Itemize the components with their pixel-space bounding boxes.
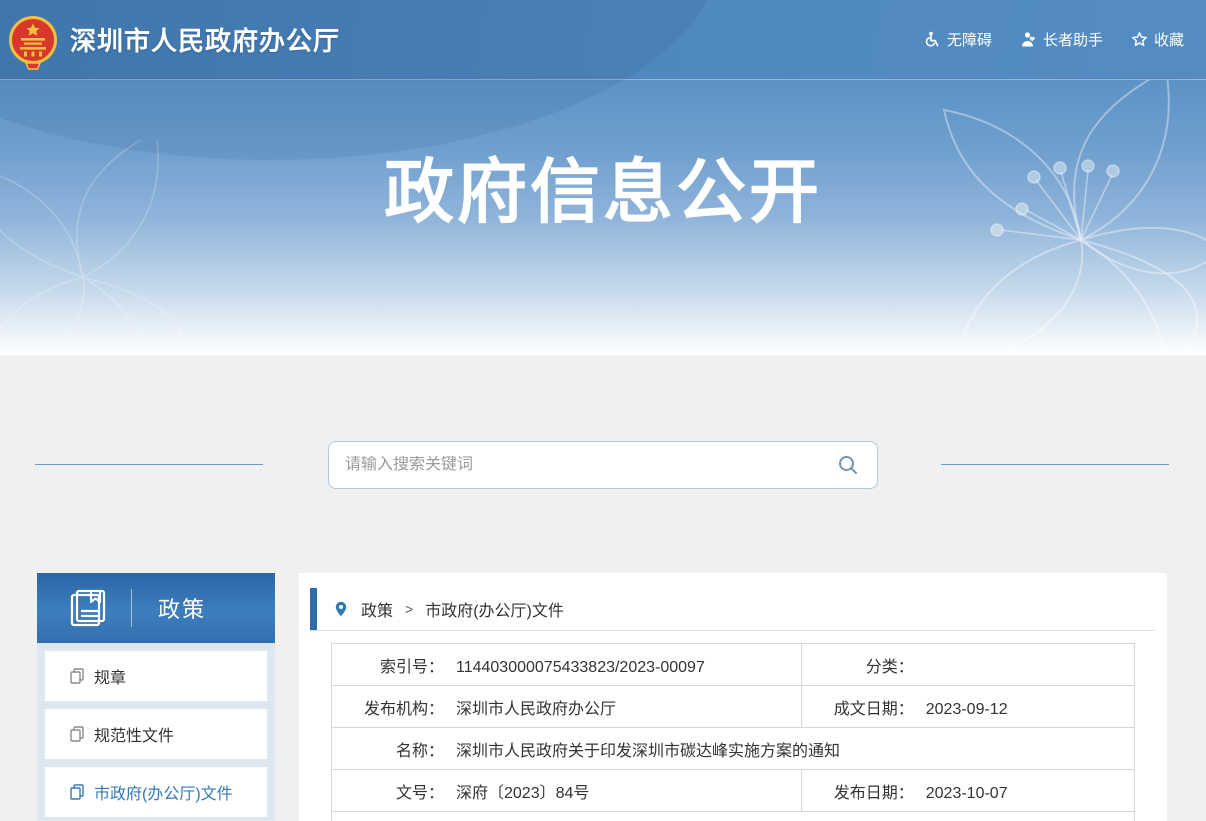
- favorite-link[interactable]: 收藏: [1131, 29, 1184, 50]
- field-label: 分类：: [802, 653, 914, 677]
- field-label: 名称：: [332, 737, 444, 761]
- table-row: 索引号： 114403000075433823/2023-00097 分类：: [332, 644, 1135, 686]
- field-label: 发布日期：: [802, 779, 914, 803]
- page: 深圳市人民政府办公厅 无障碍 长者: [0, 0, 1206, 821]
- two-column-layout: 政策 规章 规范性文件: [37, 573, 1167, 821]
- sidebar-header-divider: [131, 589, 132, 627]
- breadcrumb: 政策 > 市政府(办公厅)文件: [310, 588, 1156, 631]
- index-number-cell: 索引号： 114403000075433823/2023-00097: [332, 644, 802, 686]
- field-label: 索引号：: [332, 653, 444, 677]
- accessibility-link[interactable]: 无障碍: [924, 29, 992, 50]
- elder-assist-link[interactable]: 长者助手: [1020, 29, 1103, 50]
- table-row: 文号： 深府〔2023〕84号 发布日期： 2023-10-07: [332, 770, 1135, 812]
- favorite-label: 收藏: [1154, 29, 1184, 50]
- banner: 政府信息公开: [0, 80, 1206, 355]
- search-input[interactable]: [345, 456, 835, 474]
- star-icon: [1131, 31, 1148, 48]
- sidebar-item-municipal-docs[interactable]: 市政府(办公厅)文件: [45, 767, 267, 817]
- document-icon: [69, 726, 85, 742]
- top-links: 无障碍 长者助手 收藏: [924, 29, 1184, 50]
- search-box: [328, 441, 878, 489]
- breadcrumb-current: 市政府(办公厅)文件: [425, 597, 564, 621]
- policy-book-icon: [67, 587, 109, 629]
- field-value: 深府〔2023〕84号: [456, 785, 589, 802]
- doc-number-cell: 文号： 深府〔2023〕84号: [332, 770, 802, 812]
- document-meta-table: 索引号： 114403000075433823/2023-00097 分类： 发布…: [331, 643, 1135, 821]
- breadcrumb-accent-bar: [310, 588, 317, 630]
- field-value: 深圳市人民政府关于印发深圳市碳达峰实施方案的通知: [456, 743, 840, 760]
- breadcrumb-link-policy[interactable]: 政策: [361, 597, 393, 621]
- document-name-cell: 名称： 深圳市人民政府关于印发深圳市碳达峰实施方案的通知: [332, 728, 1135, 770]
- table-row: [332, 812, 1135, 821]
- field-label: 成文日期：: [802, 695, 914, 719]
- document-icon: [69, 668, 85, 684]
- wheelchair-icon: [924, 31, 941, 48]
- sidebar-item-regulations[interactable]: 规章: [45, 651, 267, 701]
- sidebar-item-label: 规章: [94, 664, 126, 688]
- breadcrumb-separator: >: [405, 601, 413, 617]
- sidebar: 政策 规章 规范性文件: [37, 573, 275, 821]
- sidebar-item-label: 市政府(办公厅)文件: [94, 780, 233, 804]
- sidebar-title: 政策: [158, 592, 206, 624]
- field-label: 文号：: [332, 779, 444, 803]
- sidebar-header: 政策: [37, 573, 275, 643]
- elder-person-icon: [1020, 31, 1037, 48]
- table-row: 名称： 深圳市人民政府关于印发深圳市碳达峰实施方案的通知: [332, 728, 1135, 770]
- accessibility-label: 无障碍: [947, 29, 992, 50]
- search-button[interactable]: [835, 452, 861, 478]
- field-label: 发布机构：: [332, 695, 444, 719]
- publish-date-cell: 发布日期： 2023-10-07: [801, 770, 1134, 812]
- main-card: 政策 > 市政府(办公厅)文件 索引号： 114403000075433823/2…: [299, 573, 1167, 821]
- site-title: 深圳市人民政府办公厅: [70, 21, 340, 58]
- field-value: 114403000075433823/2023-00097: [456, 659, 705, 676]
- sidebar-item-label: 规范性文件: [94, 722, 174, 746]
- sidebar-item-normative-docs[interactable]: 规范性文件: [45, 709, 267, 759]
- document-icon: [69, 784, 85, 800]
- search-icon: [837, 454, 859, 476]
- search-row: [0, 441, 1206, 489]
- top-bar: 深圳市人民政府办公厅 无障碍 长者: [0, 0, 1206, 80]
- elder-assist-label: 长者助手: [1043, 29, 1103, 50]
- table-row: 发布机构： 深圳市人民政府办公厅 成文日期： 2023-09-12: [332, 686, 1135, 728]
- written-date-cell: 成文日期： 2023-09-12: [801, 686, 1134, 728]
- page-title: 政府信息公开: [0, 80, 1206, 231]
- field-value: 2023-10-07: [926, 785, 1008, 802]
- site-home-link[interactable]: 深圳市人民政府办公厅: [8, 9, 340, 71]
- field-value: 2023-09-12: [926, 701, 1008, 718]
- publisher-cell: 发布机构： 深圳市人民政府办公厅: [332, 686, 802, 728]
- category-cell: 分类：: [801, 644, 1134, 686]
- field-value: 深圳市人民政府办公厅: [456, 701, 616, 718]
- content-section: 政策 规章 规范性文件: [0, 355, 1206, 821]
- location-pin-icon: [333, 601, 349, 617]
- national-emblem-icon: [8, 15, 58, 71]
- empty-cell: [332, 812, 1135, 821]
